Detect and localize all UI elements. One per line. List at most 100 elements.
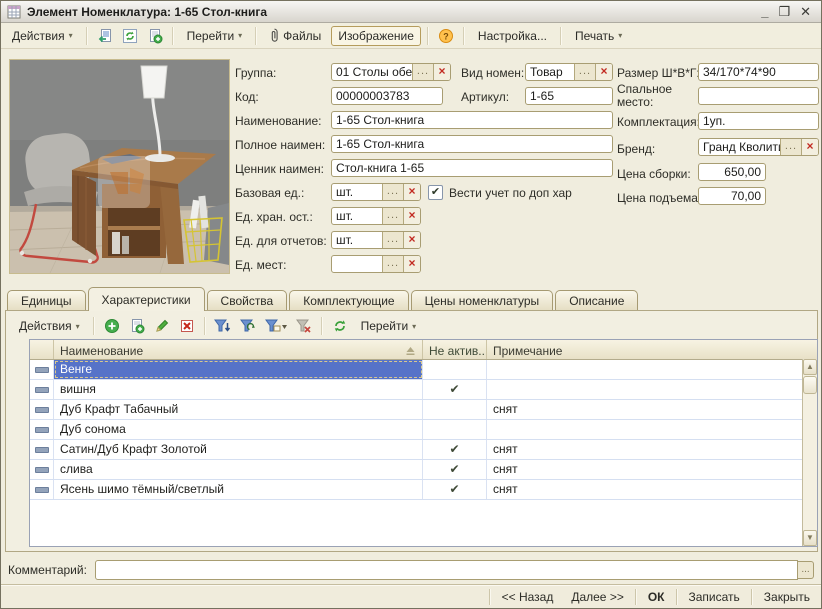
article-field[interactable]: 1-65 [525,87,613,105]
row-note-cell[interactable]: снят [487,460,817,479]
kind-clear-button[interactable]: × [595,64,612,80]
row-note-cell[interactable] [487,420,817,439]
table-row[interactable]: Венге [30,360,817,380]
brand-more-button[interactable]: ... [780,139,801,155]
filter-by-value-icon[interactable] [237,316,259,336]
name-field[interactable]: 1-65 Стол-книга [331,111,613,129]
maximize-button[interactable]: ❒ [778,5,790,19]
group-clear-button[interactable]: × [433,64,450,80]
group-value[interactable]: 01 Столы обеден [332,64,412,80]
files-button[interactable]: Файлы [263,25,328,46]
refresh-list-icon[interactable] [329,316,351,336]
row-inactive-cell[interactable] [423,400,487,419]
row-inactive-cell[interactable]: ✔ [423,440,487,459]
code-value[interactable]: 00000003783 [332,88,442,104]
brand-field[interactable]: Гранд Кволити ... × [698,138,819,156]
footer-button-4[interactable]: Закрыть [755,587,819,607]
help-icon[interactable]: ? [435,26,457,46]
tab-2[interactable]: Свойства [207,290,288,311]
tab-4[interactable]: Цены номенклатуры [411,290,554,311]
footer-button-0[interactable]: << Назад [493,587,563,607]
table-row[interactable]: вишня✔ [30,380,817,400]
bed-field[interactable] [698,87,819,105]
table-row[interactable]: слива✔снят [30,460,817,480]
vertical-scrollbar[interactable]: ▲ ▼ [802,359,817,546]
tab-3[interactable]: Комплектующие [289,290,408,311]
table-row[interactable]: Дуб сонома [30,420,817,440]
report-unit-value[interactable]: шт. [332,232,382,248]
article-value[interactable]: 1-65 [526,88,612,104]
track-chars-checkbox[interactable]: ✔ [428,185,443,200]
close-button[interactable]: ✕ [800,5,811,19]
row-name-cell[interactable]: Ясень шимо тёмный/светлый [54,480,423,499]
row-name-cell[interactable]: вишня [54,380,423,399]
row-note-cell[interactable] [487,380,817,399]
base-unit-value[interactable]: шт. [332,184,382,200]
full-name-value[interactable]: 1-65 Стол-книга [332,136,612,152]
places-unit-clear-button[interactable]: × [403,256,420,272]
scroll-down-icon[interactable]: ▼ [803,530,817,546]
name-column-header[interactable]: Наименование [54,340,423,359]
places-unit-more-button[interactable]: ... [382,256,403,272]
settings-button[interactable]: Настройка... [471,26,554,46]
add-row-icon[interactable] [101,316,123,336]
row-name-cell[interactable]: Венге [54,360,423,379]
report-unit-clear-button[interactable]: × [403,232,420,248]
full-name-field[interactable]: 1-65 Стол-книга [331,135,613,153]
brand-value[interactable]: Гранд Кволити [699,139,780,155]
price-tag-value[interactable]: Стол-книга 1-65 [332,160,612,176]
copy-row-icon[interactable] [126,316,148,336]
filter-clear-icon[interactable] [293,316,315,336]
bed-value[interactable] [699,88,818,104]
base-unit-field[interactable]: шт. ... × [331,183,421,201]
name-value[interactable]: 1-65 Стол-книга [332,112,612,128]
copy-item-icon[interactable] [144,26,166,46]
assembly-price-field[interactable]: 650,00 [698,163,766,181]
row-note-cell[interactable]: снят [487,400,817,419]
row-name-cell[interactable]: слива [54,460,423,479]
row-note-cell[interactable] [487,360,817,379]
assembly-price-value[interactable]: 650,00 [699,164,765,180]
storage-unit-value[interactable]: шт. [332,208,382,224]
table-row[interactable]: Дуб Крафт Табачный снят [30,400,817,420]
scroll-up-icon[interactable]: ▲ [803,359,817,375]
grid-actions-menu-button[interactable]: Действия ▾ [12,316,87,336]
row-name-cell[interactable]: Дуб Крафт Табачный [54,400,423,419]
inactive-column-header[interactable]: Не актив.. [423,340,487,359]
table-row[interactable]: Ясень шимо тёмный/светлый✔снят [30,480,817,500]
bundle-value[interactable]: 1уп. [699,113,818,129]
row-name-cell[interactable]: Дуб сонома [54,420,423,439]
refresh-window-icon[interactable] [119,26,141,46]
kind-field[interactable]: Товар ... × [525,63,613,81]
row-name-cell[interactable]: Сатин/Дуб Крафт Золотой [54,440,423,459]
product-photo[interactable] [9,59,230,274]
filter-history-icon[interactable] [262,316,290,336]
table-row[interactable]: Сатин/Дуб Крафт Золотой✔снят [30,440,817,460]
storage-unit-field[interactable]: шт. ... × [331,207,421,225]
grid-goto-menu-button[interactable]: Перейти ▾ [354,316,424,336]
minimize-button[interactable]: _ [761,5,768,19]
reread-icon[interactable] [94,26,116,46]
bundle-field[interactable]: 1уп. [698,112,819,130]
image-toggle-button[interactable]: Изображение [331,26,421,46]
price-tag-field[interactable]: Стол-книга 1-65 [331,159,613,177]
print-menu-button[interactable]: Печать ▾ [568,26,629,46]
storage-unit-more-button[interactable]: ... [382,208,403,224]
group-field[interactable]: 01 Столы обеден ... × [331,63,451,81]
row-note-cell[interactable]: снят [487,440,817,459]
row-inactive-cell[interactable]: ✔ [423,480,487,499]
size-value[interactable]: 34/170*74*90 [699,64,818,80]
comment-more-button[interactable]: ... [798,561,814,579]
report-unit-field[interactable]: шт. ... × [331,231,421,249]
tab-5[interactable]: Описание [555,290,638,311]
footer-button-2[interactable]: ОК [639,587,674,607]
base-unit-more-button[interactable]: ... [382,184,403,200]
row-note-cell[interactable]: снят [487,480,817,499]
places-unit-value[interactable] [332,256,382,272]
actions-menu-button[interactable]: Действия ▾ [5,26,80,46]
lifting-price-value[interactable]: 70,00 [699,188,765,204]
filter-sort-icon[interactable] [212,316,234,336]
delete-row-icon[interactable] [176,316,198,336]
row-inactive-cell[interactable]: ✔ [423,380,487,399]
size-field[interactable]: 34/170*74*90 [698,63,819,81]
